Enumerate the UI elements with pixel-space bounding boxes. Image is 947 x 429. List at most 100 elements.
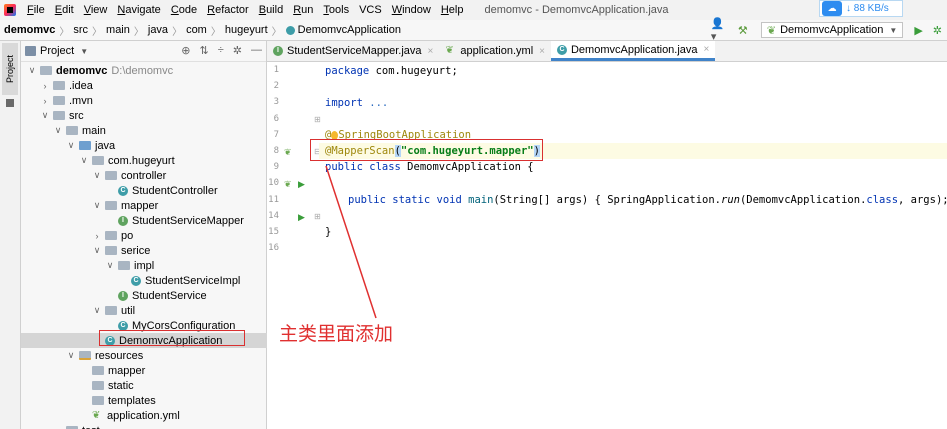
chevron-right-icon[interactable]: ›: [53, 426, 63, 429]
menu-item-help[interactable]: Help: [436, 4, 469, 16]
tree-item[interactable]: › po: [21, 228, 134, 243]
tree-item[interactable]: ∨ com.hugeyurt: [21, 153, 175, 168]
tree-item[interactable]: ∨ controller: [21, 168, 167, 183]
tree-item[interactable]: templates: [21, 393, 156, 408]
expand-all-icon[interactable]: ÷: [218, 44, 224, 57]
tree-item[interactable]: ∨ util: [21, 303, 135, 318]
tree-item[interactable]: › test: [21, 423, 100, 429]
editor-tab[interactable]: ❦ application.yml ×: [439, 41, 551, 61]
tree-item[interactable]: I StudentServiceMapper: [21, 213, 244, 228]
line-number: 9: [273, 162, 279, 173]
breadcrumb-item[interactable]: java: [148, 24, 168, 36]
menu-item-tools[interactable]: Tools: [318, 4, 354, 16]
menu-item-navigate[interactable]: Navigate: [112, 4, 165, 16]
chevron-down-icon: ▼: [889, 25, 898, 35]
gear-icon[interactable]: ✲: [233, 44, 242, 57]
chevron-down-icon[interactable]: ∨: [66, 140, 76, 151]
user-icon[interactable]: 👤▾: [711, 18, 727, 43]
menu-item-run[interactable]: Run: [288, 4, 318, 16]
tree-item[interactable]: ∨ resources: [21, 348, 144, 363]
chevron-right-icon[interactable]: ›: [40, 81, 50, 91]
tree-item[interactable]: ∨ java: [21, 138, 115, 153]
chevron-down-icon[interactable]: ∨: [53, 125, 63, 136]
close-icon[interactable]: ×: [704, 44, 710, 55]
menu-item-view[interactable]: View: [79, 4, 113, 16]
run-icon[interactable]: ▶: [914, 24, 922, 37]
tree-item[interactable]: mapper: [21, 363, 145, 378]
chevron-down-icon[interactable]: ∨: [66, 350, 76, 361]
menu-item-window[interactable]: Window: [387, 4, 436, 16]
close-icon[interactable]: ×: [539, 46, 545, 57]
yaml-file-icon: ❦: [92, 409, 101, 421]
close-icon[interactable]: ×: [428, 46, 434, 57]
code-line-9: public class DemomvcApplication {: [325, 161, 534, 173]
menu-item-file[interactable]: File: [22, 4, 50, 16]
breadcrumb-item[interactable]: DemomvcApplication: [298, 24, 401, 36]
run-gutter-icon[interactable]: ▶: [298, 212, 305, 223]
hide-icon[interactable]: —: [251, 44, 262, 57]
chevron-down-icon[interactable]: ∨: [92, 200, 102, 211]
menu-item-refactor[interactable]: Refactor: [202, 4, 254, 16]
tree-item[interactable]: static: [21, 378, 134, 393]
menu-item-vcs[interactable]: VCS: [354, 4, 387, 16]
structure-icon[interactable]: [6, 99, 14, 107]
chevron-down-icon[interactable]: ∨: [40, 110, 50, 121]
line-number: 7: [273, 129, 279, 140]
tree-item[interactable]: ∨ src: [21, 108, 84, 123]
debug-icon[interactable]: ✲: [933, 24, 942, 37]
project-panel-header[interactable]: Project ▼ ⊕ ⇅ ÷ ✲ —: [21, 41, 266, 62]
run-configuration-select[interactable]: ❦ DemomvcApplication ▼: [760, 22, 904, 38]
menu-items: File Edit View Navigate Code Refactor Build Run…: [22, 4, 468, 16]
run-gutter-icon[interactable]: ▶: [298, 179, 305, 190]
menu-bar: File Edit View Navigate Code Refactor Build Run…: [0, 0, 947, 20]
tree-item[interactable]: › .idea: [21, 78, 93, 93]
tree-item-label: test: [82, 425, 100, 429]
code-area[interactable]: package com.hugeyurt; import ... @ Spring…: [319, 62, 947, 429]
tree-item[interactable]: C StudentServiceImpl: [21, 273, 240, 288]
chevron-down-icon[interactable]: ∨: [92, 245, 102, 256]
tree-item[interactable]: ∨ main: [21, 123, 106, 138]
chevron-down-icon[interactable]: ∨: [92, 305, 102, 316]
breadcrumb-item[interactable]: com: [186, 24, 207, 36]
tree-item-label: src: [69, 109, 84, 122]
tree-item-label: .idea: [69, 79, 93, 92]
breadcrumb-item[interactable]: main: [106, 24, 130, 36]
spring-bean-icon[interactable]: ❦: [284, 179, 292, 190]
java-class-icon: C: [131, 275, 141, 286]
menu-item-build[interactable]: Build: [254, 4, 288, 16]
menu-item-code[interactable]: Code: [166, 4, 202, 16]
locate-icon[interactable]: ⊕: [181, 44, 190, 57]
project-tool-tab[interactable]: Project: [2, 43, 18, 95]
editor-tab[interactable]: I StudentServiceMapper.java ×: [267, 41, 439, 61]
build-hammer-icon[interactable]: ⚒: [735, 22, 751, 38]
breadcrumb-item[interactable]: demomvc: [4, 24, 55, 36]
tree-item[interactable]: C StudentController: [21, 183, 218, 198]
line-number: 10: [268, 178, 279, 189]
tree-item[interactable]: I StudentService: [21, 288, 207, 303]
chevron-down-icon[interactable]: ∨: [105, 260, 115, 271]
breadcrumb-item[interactable]: src: [73, 24, 88, 36]
tree-item-path: D:\demomvc: [111, 64, 174, 77]
code-editor: I StudentServiceMapper.java × ❦ application.…: [267, 41, 947, 429]
network-speed-widget[interactable]: ☁ ↓ 88 KB/s: [819, 0, 903, 17]
tool-window-strip: Project: [0, 41, 21, 429]
menu-item-edit[interactable]: Edit: [50, 4, 79, 16]
collapse-all-icon[interactable]: ⇅: [200, 44, 209, 57]
editor-tab[interactable]: C DemomvcApplication.java ×: [550, 41, 716, 61]
tree-item[interactable]: ❦ application.yml: [21, 408, 180, 423]
tree-item[interactable]: › .mvn: [21, 93, 93, 108]
chevron-down-icon[interactable]: ∨: [27, 65, 37, 76]
chevron-down-icon[interactable]: ∨: [79, 155, 89, 166]
tree-item[interactable]: ∨ mapper: [21, 198, 159, 213]
tree-item[interactable]: ∨ demomvc D:\demomvc: [21, 63, 173, 78]
tree-item[interactable]: ∨ impl: [21, 258, 154, 273]
spring-bean-icon[interactable]: ❦: [284, 147, 292, 158]
breadcrumb-item[interactable]: hugeyurt: [225, 24, 268, 36]
editor-gutter: 1 2 3 6 7 8 9 10 11 14 15 16 ❦ ❦ ▶ ▶ ⊞ ⊟ ⊞: [267, 62, 321, 429]
chevron-down-icon[interactable]: ∨: [92, 170, 102, 181]
chevron-right-icon[interactable]: ›: [40, 96, 50, 106]
project-panel-tools: ⊕ ⇅ ÷ ✲ —: [181, 44, 262, 57]
chevron-right-icon[interactable]: ›: [92, 231, 102, 241]
tree-item[interactable]: ∨ serice: [21, 243, 151, 258]
tree-item-label: static: [108, 379, 134, 392]
